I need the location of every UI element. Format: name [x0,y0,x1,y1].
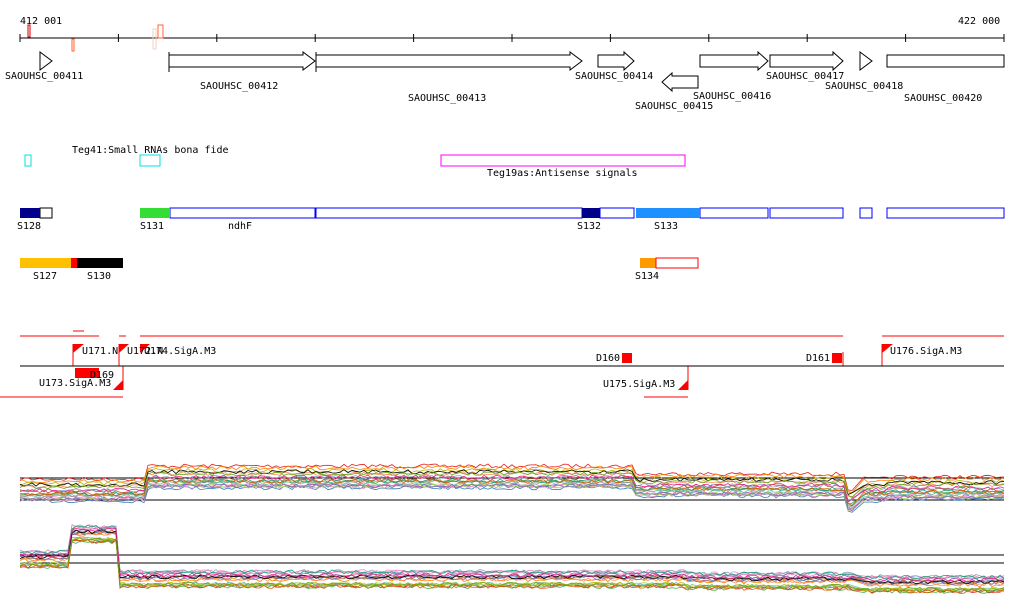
ruler-marker [71,38,75,52]
site-label[interactable]: U175.SigA.M3 [603,379,675,390]
gene-label: SAOUHSC_00418 [825,81,903,92]
site-label[interactable]: U171.N [82,346,118,357]
gene-00416-arrow[interactable] [699,50,769,72]
small-rna-feature[interactable] [139,154,161,167]
gene-00413-arrow[interactable] [315,51,583,72]
expression-plot-top [19,463,1005,513]
expression-plot-bottom [19,524,1005,594]
segment[interactable] [599,207,635,219]
gene-00418-arrow[interactable] [859,51,873,71]
segment[interactable] [71,258,77,268]
segment[interactable] [315,207,583,219]
ruler-end: 422 000 [958,16,1000,27]
segment-s130[interactable] [77,258,123,268]
ruler-marker [157,24,164,39]
gene-00411-arrow[interactable] [39,51,53,71]
segment-label: ndhF [228,221,252,232]
expression-line [19,537,1005,593]
site-label[interactable]: D161 [806,353,830,364]
segment-ndhf[interactable] [169,207,316,219]
segment-label: S134 [635,271,659,282]
antisense-feature[interactable] [440,154,686,167]
segment-s128[interactable] [20,208,40,218]
gene-label: SAOUHSC_00411 [5,71,83,82]
ruler-marker [152,28,157,50]
segment-s134[interactable] [640,258,656,268]
gene-00415-arrow[interactable] [661,71,699,93]
gene-00412-arrow[interactable] [168,51,316,72]
segment-label: S132 [577,221,601,232]
site-label[interactable]: U176.SigA.M3 [890,346,962,357]
segment-label: S131 [140,221,164,232]
ruler-start: 412 001 [20,16,62,27]
small-rna-feature[interactable] [24,154,32,167]
segment-s131[interactable] [140,208,170,218]
gene-label: SAOUHSC_00420 [904,93,982,104]
segment-label: S127 [33,271,57,282]
small-rna-label: Teg41:Small RNAs bona fide [72,145,229,156]
expression-line [19,530,1004,586]
site-label[interactable]: U173.SigA.M3 [39,378,111,389]
gene-label: SAOUHSC_00416 [693,91,771,102]
segment-label: S128 [17,221,41,232]
antisense-label: Teg19as:Antisense signals [487,168,638,179]
site-label[interactable]: D160 [596,353,620,364]
segment[interactable] [886,207,1005,219]
gene-label: SAOUHSC_00415 [635,101,713,112]
expression-line [20,524,1005,580]
segment-s133[interactable] [636,208,700,218]
segment[interactable] [699,207,769,219]
segment-s127[interactable] [20,258,71,268]
segment[interactable] [859,207,873,219]
gene-00414-arrow[interactable] [597,50,635,72]
segment-label: S130 [87,271,111,282]
genome-browser: 412 001 422 000 SAOUHSC_00411 SAOUHSC_00… [0,16,1005,594]
segment-s132[interactable] [582,208,600,218]
gene-00420-box[interactable] [886,54,1005,68]
segment[interactable] [769,207,844,219]
segment-label: S133 [654,221,678,232]
segment[interactable] [655,257,699,269]
gene-label: SAOUHSC_00412 [200,81,278,92]
ruler: 412 001 422 000 [19,16,1005,52]
gene-label: SAOUHSC_00414 [575,71,653,82]
gene-00417-arrow[interactable] [769,50,844,72]
gene-label: SAOUHSC_00413 [408,93,486,104]
site-label[interactable]: U174.SigA.M3 [144,346,216,357]
